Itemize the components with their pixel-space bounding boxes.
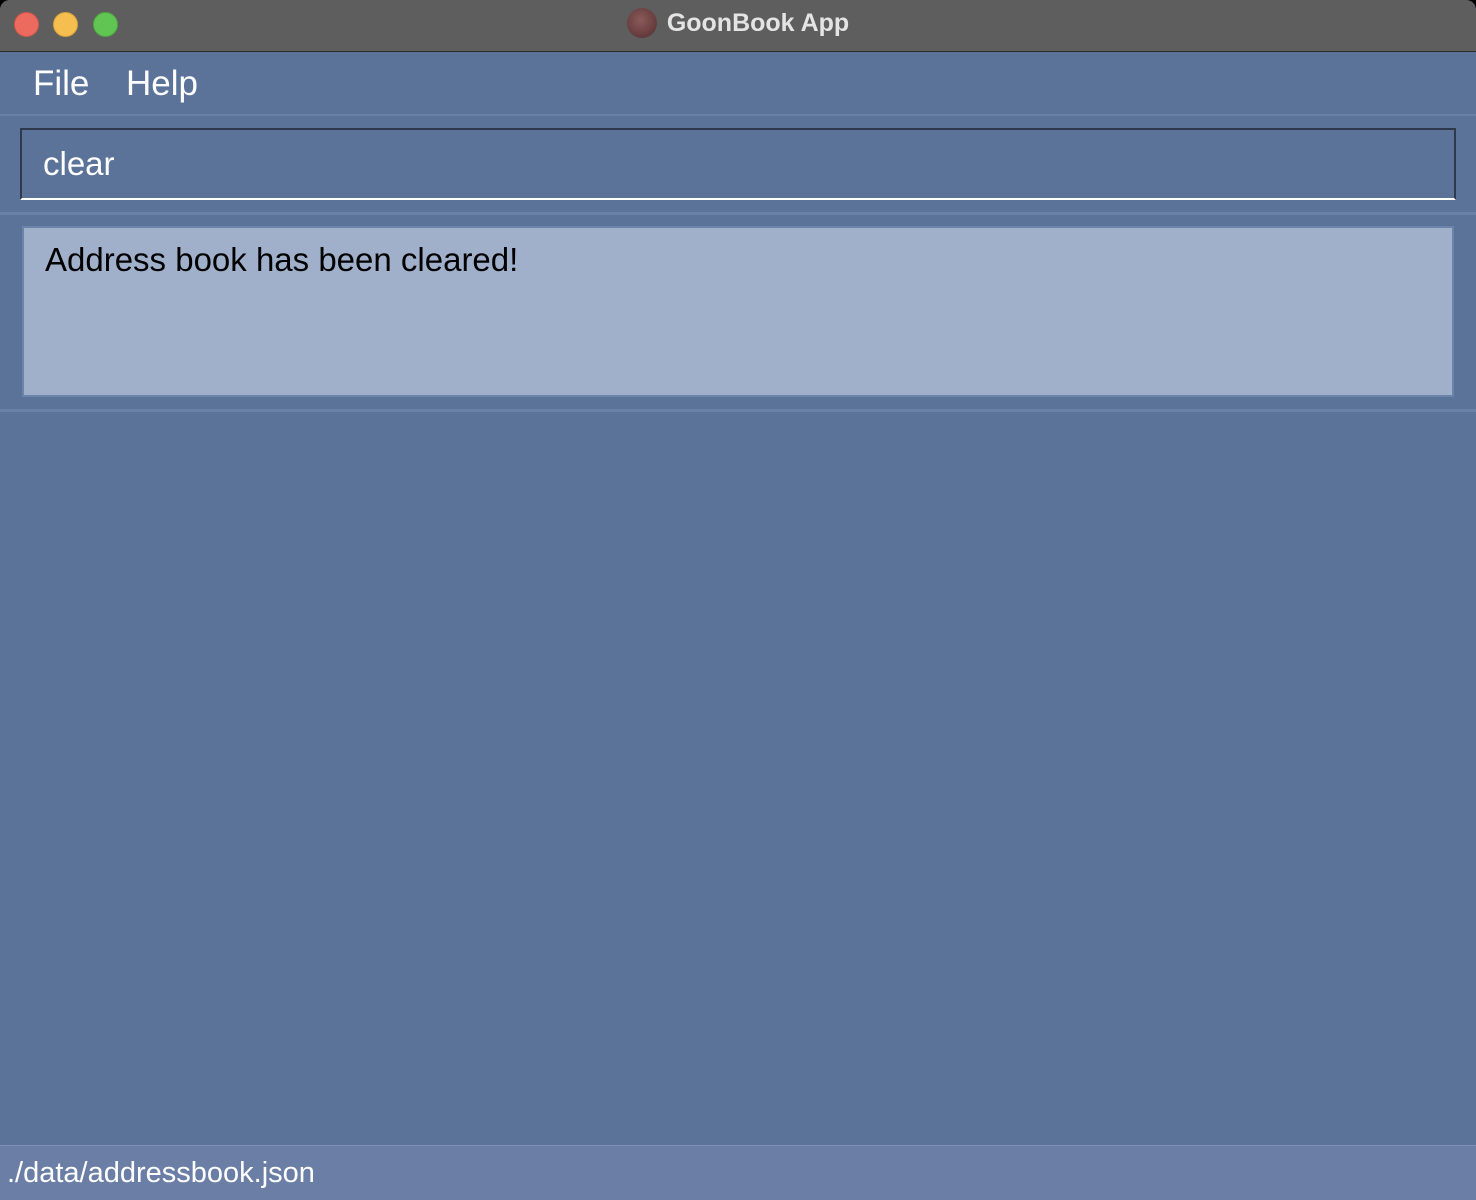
menu-help[interactable]: Help — [126, 63, 198, 105]
command-box-pane: clear — [0, 118, 1476, 212]
save-location-label: ./data/addressbook.json — [7, 1157, 315, 1189]
result-message: Address book has been cleared! — [45, 241, 519, 278]
app-logo-icon — [626, 8, 657, 38]
status-bar: ./data/addressbook.json — [0, 1145, 1476, 1200]
command-input[interactable]: clear — [20, 128, 1456, 200]
window-title-group: GoonBook App — [0, 0, 1476, 46]
result-display-pane: Address book has been cleared! — [0, 215, 1476, 409]
window-title: GoonBook App — [666, 8, 850, 37]
divider — [0, 409, 1476, 412]
result-display[interactable]: Address book has been cleared! — [22, 226, 1454, 397]
person-list-panel[interactable] — [0, 414, 1476, 1144]
title-bar[interactable]: GoonBook App — [0, 0, 1476, 52]
app-window: GoonBook App File Help clear Address boo… — [0, 0, 1476, 1200]
menu-file[interactable]: File — [33, 63, 89, 105]
menu-bar: File Help — [0, 53, 1476, 116]
